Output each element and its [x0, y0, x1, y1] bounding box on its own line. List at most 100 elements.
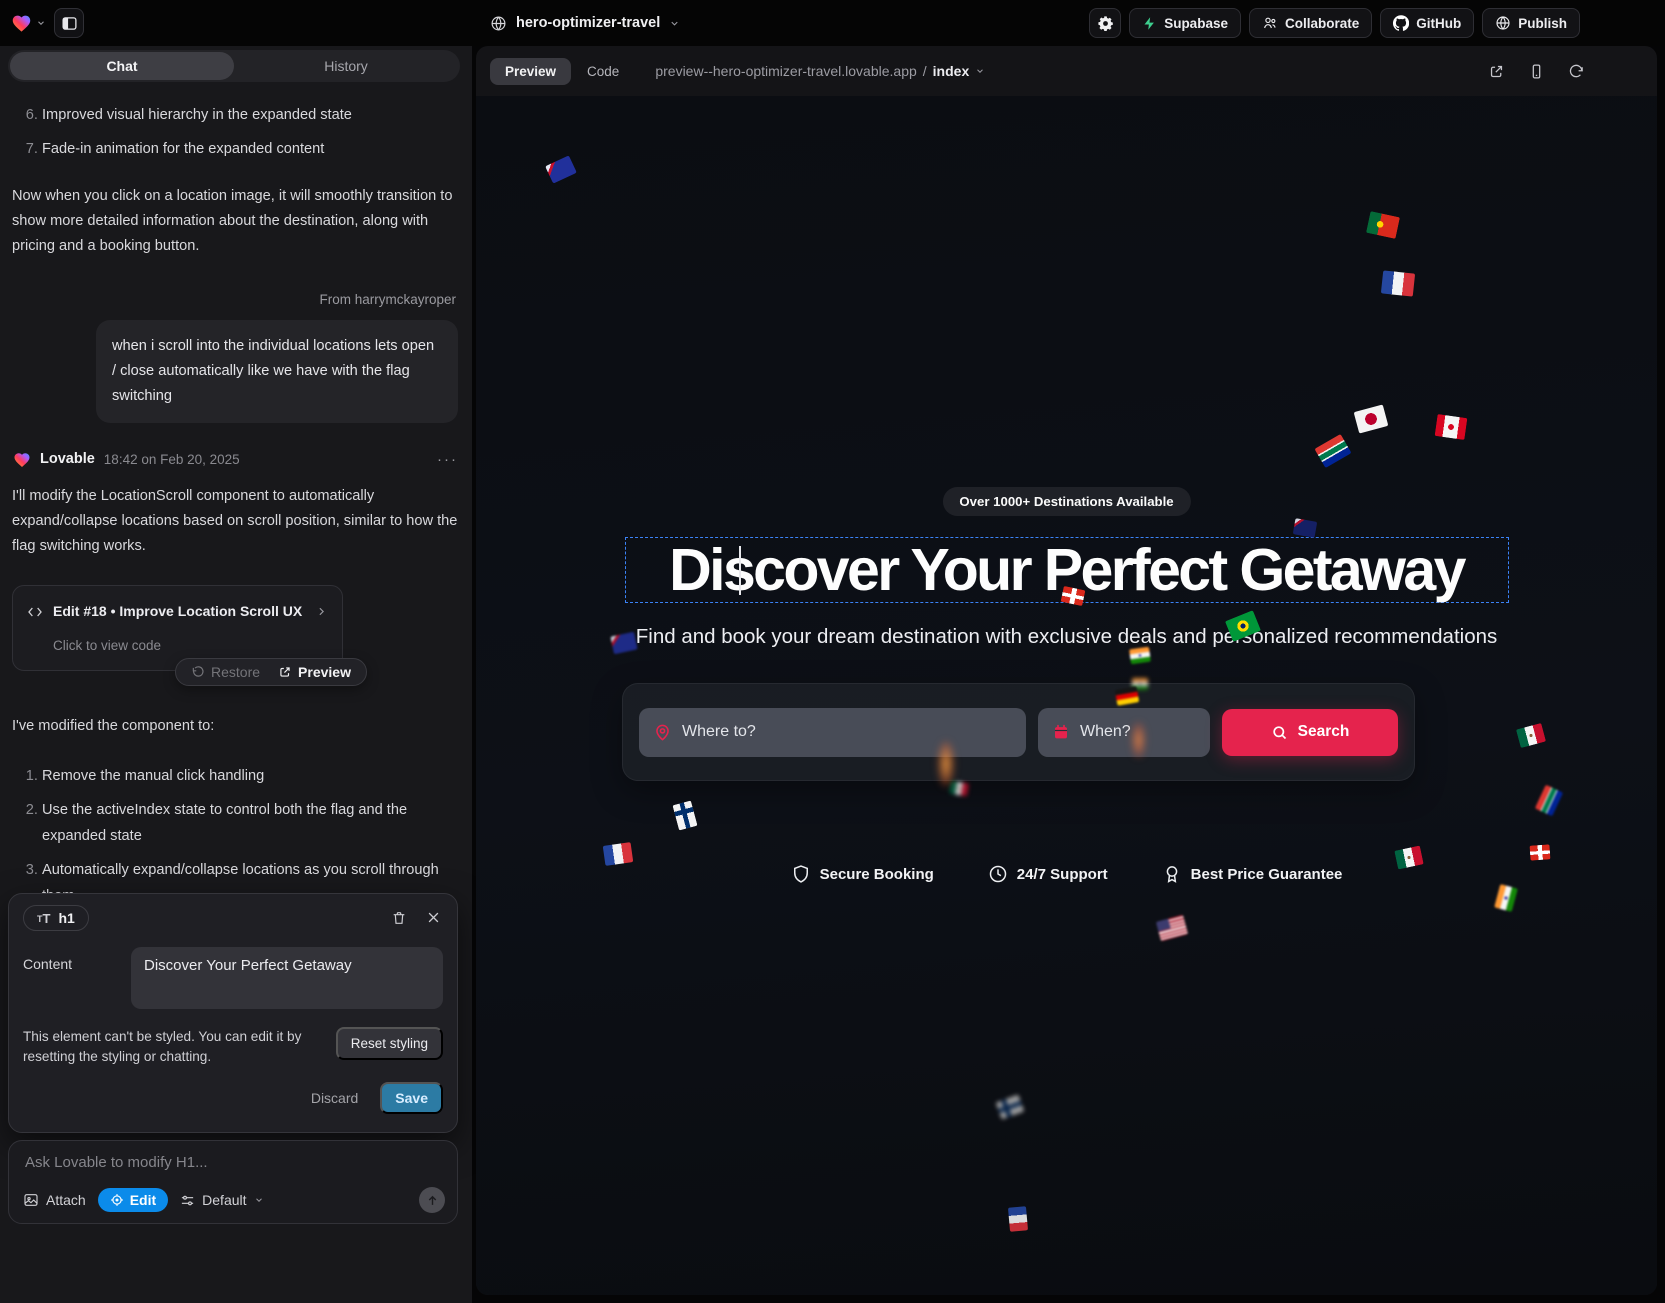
list-item: Fade-in animation for the expanded conte… [42, 136, 458, 162]
chevron-down-icon [975, 66, 985, 76]
chat-history-tabs: Chat History [8, 50, 460, 82]
tab-history[interactable]: History [234, 52, 458, 80]
lovable-app: hero-optimizer-travel Supabase [0, 0, 1665, 1303]
preview-button[interactable]: Preview [269, 660, 360, 685]
type-icon: TT [37, 911, 50, 926]
chevron-down-icon [36, 18, 46, 28]
project-selector[interactable]: hero-optimizer-travel [490, 0, 680, 46]
destinations-badge: Over 1000+ Destinations Available [942, 487, 1190, 516]
flag-finland [672, 800, 697, 830]
globe-icon [490, 15, 507, 32]
h1-selection-outline[interactable]: Discover Your Perfect Getaway [625, 537, 1509, 603]
github-icon [1393, 15, 1409, 31]
edit-card-subtitle: Click to view code [53, 633, 328, 658]
when-input[interactable]: When? [1038, 708, 1210, 757]
assistant-name: Lovable [40, 447, 95, 472]
assistant-paragraph: I've modified the component to: [12, 714, 458, 739]
toggle-sidebar-button[interactable] [54, 8, 84, 38]
flag-finland-2 [996, 1094, 1025, 1119]
tab-chat[interactable]: Chat [10, 52, 234, 80]
collaborate-button[interactable]: Collaborate [1249, 8, 1372, 38]
users-icon [1262, 15, 1278, 31]
preview-viewport: Over 1000+ Destinations Available Discov… [476, 96, 1657, 1295]
publish-button[interactable]: Publish [1482, 8, 1580, 38]
clock-icon [988, 864, 1008, 884]
flag-japan [1354, 404, 1389, 433]
content-label: Content [23, 947, 121, 1009]
close-icon[interactable] [426, 910, 441, 926]
flag-south-africa [1315, 434, 1352, 468]
settings-button[interactable] [1089, 8, 1121, 38]
open-in-new-tab-icon[interactable] [1488, 63, 1505, 80]
arrow-up-icon [426, 1194, 439, 1207]
list-item: Use the activeIndex state to control bot… [42, 797, 458, 849]
assistant-paragraph: Now when you click on a location image, … [12, 184, 458, 259]
flag-usa [1156, 915, 1188, 942]
sidebar: Chat History Improved visual hierarchy i… [0, 46, 472, 1303]
award-icon [1162, 864, 1182, 884]
target-icon [110, 1193, 124, 1207]
lovable-logo-menu[interactable] [10, 13, 46, 34]
rotate-ccw-icon [191, 665, 205, 679]
github-button[interactable]: GitHub [1380, 8, 1474, 38]
reset-styling-button[interactable]: Reset styling [336, 1027, 443, 1060]
flag-mexico-2 [1516, 723, 1546, 748]
url-page: index [933, 63, 970, 79]
preview-url[interactable]: preview--hero-optimizer-travel.lovable.a… [655, 63, 985, 79]
flag-canada [1435, 414, 1468, 440]
default-mode-dropdown[interactable]: Default [180, 1192, 263, 1208]
trash-icon[interactable] [391, 910, 407, 926]
flag-south-africa-2 [1535, 785, 1563, 817]
where-to-input[interactable]: Where to? [639, 708, 1026, 757]
sliders-icon [180, 1193, 195, 1208]
supabase-button[interactable]: Supabase [1129, 8, 1241, 38]
topbar: hero-optimizer-travel Supabase [0, 0, 1665, 46]
send-button[interactable] [419, 1187, 445, 1213]
shield-icon [791, 864, 811, 884]
search-icon [1271, 724, 1288, 741]
hero-subtitle: Find and book your dream destination wit… [476, 625, 1657, 649]
styling-note: This element can't be styled. You can ed… [23, 1027, 328, 1067]
preview-toolbar: Preview Code preview--hero-optimizer-tra… [476, 46, 1657, 96]
composer-input[interactable]: Ask Lovable to modify H1... [9, 1141, 457, 1171]
chevron-right-icon [315, 605, 328, 618]
list-item: Improved visual hierarchy in the expande… [42, 102, 458, 128]
flag-switzerland-2 [1530, 844, 1551, 860]
lovable-logo [12, 451, 32, 469]
image-icon [23, 1192, 39, 1208]
preview-panel: Preview Code preview--hero-optimizer-tra… [476, 46, 1657, 1295]
flag-australia [545, 155, 577, 183]
flag-france-2 [603, 842, 634, 866]
feature-best-price: Best Price Guarantee [1162, 864, 1343, 884]
edit-mode-button[interactable]: Edit [98, 1188, 168, 1212]
message-from-label: From harrymckayroper [12, 287, 458, 312]
map-pin-icon [653, 723, 672, 742]
element-inspector-panel: TT h1 Content Discover Your Perfect Geta… [8, 893, 458, 1133]
refresh-icon[interactable] [1568, 63, 1585, 80]
hero-headline[interactable]: Discover Your Perfect Getaway [669, 536, 1464, 604]
content-input[interactable]: Discover Your Perfect Getaway [131, 947, 443, 1009]
message-menu-button[interactable]: ··· [437, 447, 458, 472]
save-button[interactable]: Save [380, 1082, 443, 1114]
tab-code[interactable]: Code [587, 64, 619, 79]
gear-icon [1097, 15, 1114, 32]
flag-mexico-blur [949, 781, 969, 797]
user-message-bubble: when i scroll into the individual locati… [96, 320, 458, 423]
smartphone-icon[interactable] [1528, 63, 1545, 80]
chat-scroll-area[interactable]: Improved visual hierarchy in the expande… [0, 86, 472, 893]
calendar-icon [1052, 723, 1070, 741]
attach-button[interactable]: Attach [23, 1192, 86, 1208]
tab-preview[interactable]: Preview [490, 58, 571, 85]
flag-new-zealand [1293, 518, 1317, 538]
restore-button[interactable]: Restore [182, 660, 269, 685]
feature-support: 24/7 Support [988, 864, 1108, 884]
discard-button[interactable]: Discard [311, 1090, 358, 1106]
external-link-icon [278, 665, 292, 679]
chat-composer: Ask Lovable to modify H1... Attach Edit [8, 1140, 458, 1224]
search-button[interactable]: Search [1222, 709, 1398, 756]
code-icon [27, 604, 43, 620]
lovable-logo [10, 13, 33, 34]
project-name: hero-optimizer-travel [516, 15, 660, 31]
assistant-paragraph: I'll modify the LocationScroll component… [12, 484, 458, 559]
element-tag-pill[interactable]: TT h1 [23, 905, 89, 931]
